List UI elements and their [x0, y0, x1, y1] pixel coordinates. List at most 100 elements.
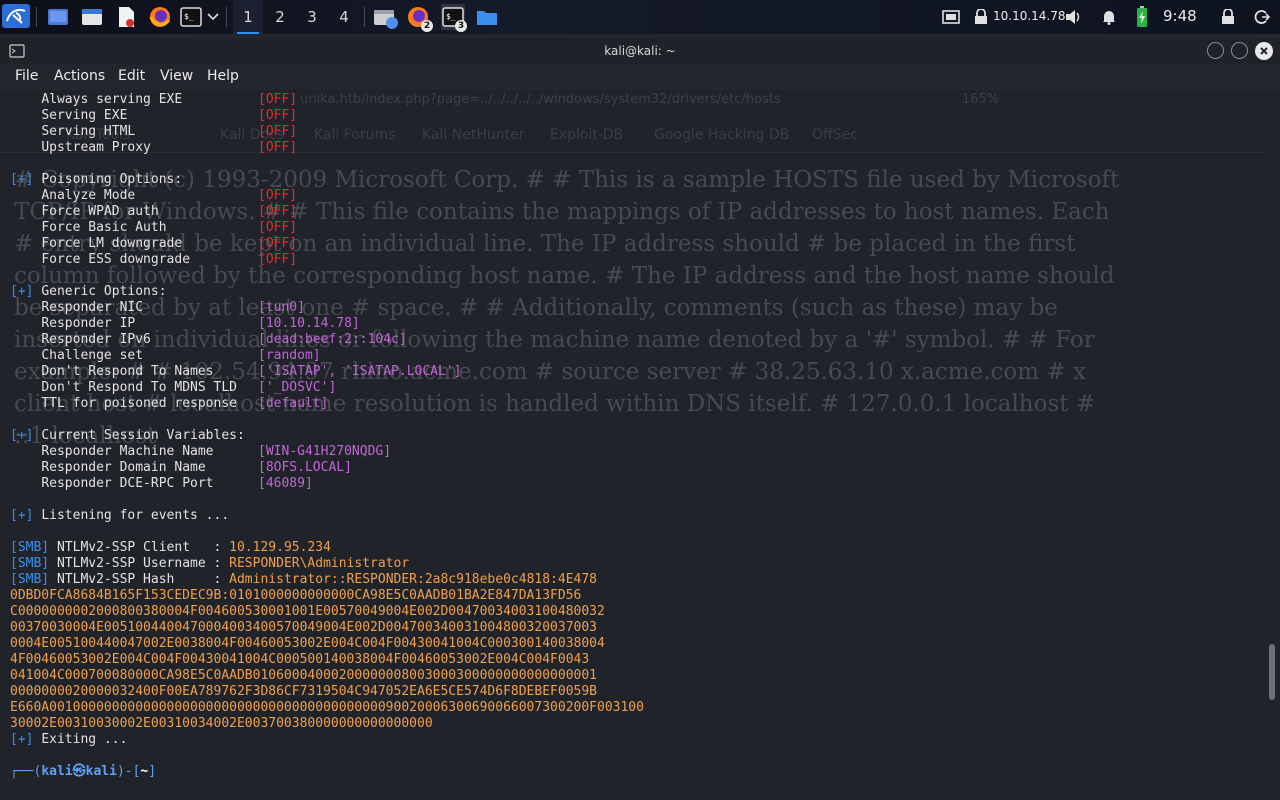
prompt-frame: ┌──(	[10, 764, 42, 779]
task-folder-icon[interactable]	[475, 4, 499, 30]
option-line: Analyze Mode [OFF]	[10, 188, 297, 204]
shell-prompt[interactable]: ┌──(kali㉿kali)-[~]	[10, 764, 156, 780]
close-icon	[1260, 47, 1268, 55]
option-line: Don't Respond To Names ['ISATAP', 'ISATAP…	[10, 364, 461, 380]
ghost-divider	[0, 152, 1266, 153]
option-line: Force WPAD auth [OFF]	[10, 204, 297, 220]
ghost-hosts-line: TCP/IP for Windows. # # This file contai…	[14, 199, 1110, 225]
status-text: Exiting ...	[41, 732, 128, 747]
hash-line: 30002E00310030002E00310034002E0037003800…	[10, 716, 433, 731]
ghost-hosts-line: inserted on individual lines or followin…	[14, 327, 1095, 353]
maximize-button[interactable]	[1231, 42, 1248, 59]
workspace-3[interactable]: 3	[297, 0, 327, 34]
scrollbar-thumb[interactable]	[1269, 644, 1275, 700]
hash-line: 00370030004E0051004400470004003400570049…	[10, 620, 597, 635]
plus-tag: [+]	[10, 732, 34, 747]
kali-menu-icon[interactable]	[2, 4, 30, 28]
smb-value: 10.129.95.234	[229, 540, 331, 555]
smb-value: RESPONDER\Administrator	[229, 556, 410, 571]
ghost-bookmark: Exploit-DB	[550, 127, 624, 143]
ghost-hosts-line: be separated by at least one # space. # …	[14, 295, 1058, 321]
task-firefox-badge: 2	[421, 20, 433, 32]
plus-tag: [+]	[10, 508, 34, 523]
panel-separator	[36, 7, 37, 27]
hash-line: 4F00460053002E004C004F00430041004C000500…	[10, 652, 590, 667]
option-value: [OFF]	[258, 252, 298, 267]
firefox-icon[interactable]	[147, 4, 173, 30]
option-value: [default]	[258, 396, 329, 411]
option-value: ['_DOSVC']	[258, 380, 337, 395]
smb-tag: [SMB]	[10, 572, 50, 587]
screen-icon[interactable]	[940, 4, 962, 30]
option-line: Serving HTML [OFF]	[10, 124, 297, 140]
option-label: Responder Machine Name	[41, 444, 214, 459]
close-button[interactable]	[1255, 42, 1273, 60]
title-bar[interactable]: kali@kali: ~	[0, 38, 1280, 64]
option-label: Serving EXE	[41, 108, 128, 123]
smb-line: [SMB] NTLMv2-SSP Username : RESPONDER\Ad…	[10, 556, 409, 572]
text-editor-icon[interactable]	[113, 4, 139, 30]
menu-edit[interactable]: Edit	[118, 68, 145, 84]
smb-tag: [SMB]	[10, 540, 50, 555]
option-label: Force Basic Auth	[41, 220, 167, 235]
option-value: ['ISATAP', 'ISATAP.LOCAL']	[258, 364, 462, 379]
option-line: Don't Respond To MDNS TLD ['_DOSVC']	[10, 380, 336, 396]
ghost-zoom: 165%	[962, 92, 1000, 107]
clock[interactable]: 9:48	[1163, 7, 1197, 25]
option-line: Upstream Proxy [OFF]	[10, 140, 297, 156]
option-value: [OFF]	[258, 220, 298, 235]
volume-icon[interactable]	[1064, 4, 1084, 30]
minimize-button[interactable]	[1207, 42, 1224, 59]
section-header: [+] Generic Options:	[10, 284, 167, 300]
ghost-bookmark: Kali NetHunter	[422, 127, 525, 143]
ghost-bookmark: Google Hacking DB	[654, 127, 790, 143]
option-label: Responder IP	[41, 316, 136, 331]
option-value: [WIN-G41H270NQDG]	[258, 444, 392, 459]
hash-line: 041004C000700080000CA98E5C0AADB010600040…	[10, 668, 597, 683]
workspace-4[interactable]: 4	[329, 0, 359, 34]
option-value: [46089]	[258, 476, 313, 491]
section-title: Generic Options:	[41, 284, 167, 299]
chevron-down-icon[interactable]	[205, 4, 221, 30]
scrollbar[interactable]	[1266, 90, 1280, 800]
terminal-window: kali@kali: ~ File Actions Edit View Help…	[0, 38, 1280, 800]
option-value: [OFF]	[258, 92, 298, 107]
option-value: [dead:beef:2::104c]	[258, 332, 407, 347]
option-value: [OFF]	[258, 188, 298, 203]
option-label: Don't Respond To MDNS TLD	[41, 380, 237, 395]
option-label: Upstream Proxy	[41, 140, 151, 155]
terminal-icon[interactable]: $_	[179, 4, 203, 30]
menu-help[interactable]: Help	[207, 68, 239, 84]
option-line: Serving EXE [OFF]	[10, 108, 297, 124]
option-label: TTL for poisoned response	[41, 396, 237, 411]
option-line: Always serving EXE [OFF]	[10, 92, 297, 108]
option-value: [OFF]	[258, 124, 298, 139]
menu-file[interactable]: File	[15, 68, 38, 84]
workspace-1[interactable]: 1	[233, 0, 263, 34]
smb-value: Administrator::RESPONDER:2a8c918ebe0c481…	[229, 572, 598, 587]
workspace-2[interactable]: 2	[265, 0, 295, 34]
file-manager-icon[interactable]	[79, 4, 105, 30]
logout-icon[interactable]	[1252, 4, 1272, 30]
status-line: [+] Listening for events ...	[10, 508, 229, 524]
vpn-lock-icon[interactable]	[972, 4, 990, 30]
notifications-bell-icon[interactable]	[1099, 4, 1119, 30]
option-value: [tun0]	[258, 300, 305, 315]
option-label: Responder DCE-RPC Port	[41, 476, 214, 491]
smb-line: [SMB] NTLMv2-SSP Hash : Administrator::R…	[10, 572, 597, 588]
smb-label: NTLMv2-SSP Client :	[56, 540, 230, 555]
svg-text:$_: $_	[446, 12, 456, 21]
menu-view[interactable]: View	[160, 68, 193, 84]
battery-icon	[1134, 4, 1150, 30]
menu-actions[interactable]: Actions	[54, 68, 105, 84]
section-title: Current Session Variables:	[41, 428, 245, 443]
option-line: Force Basic Auth [OFF]	[10, 220, 297, 236]
option-label: Responder NIC	[41, 300, 144, 315]
panel-separator	[226, 7, 227, 27]
show-desktop-icon[interactable]	[45, 4, 71, 30]
plus-tag: [+]	[10, 172, 34, 187]
smb-line: [SMB] NTLMv2-SSP Client : 10.129.95.234	[10, 540, 331, 556]
lock-screen-icon[interactable]	[1219, 4, 1237, 30]
hash-line: 0DBD0FCA8684B165F153CEDEC9B:010100000000…	[10, 588, 582, 603]
terminal-output[interactable]: unika.htb/index.php?page=../../../../../…	[0, 90, 1266, 800]
